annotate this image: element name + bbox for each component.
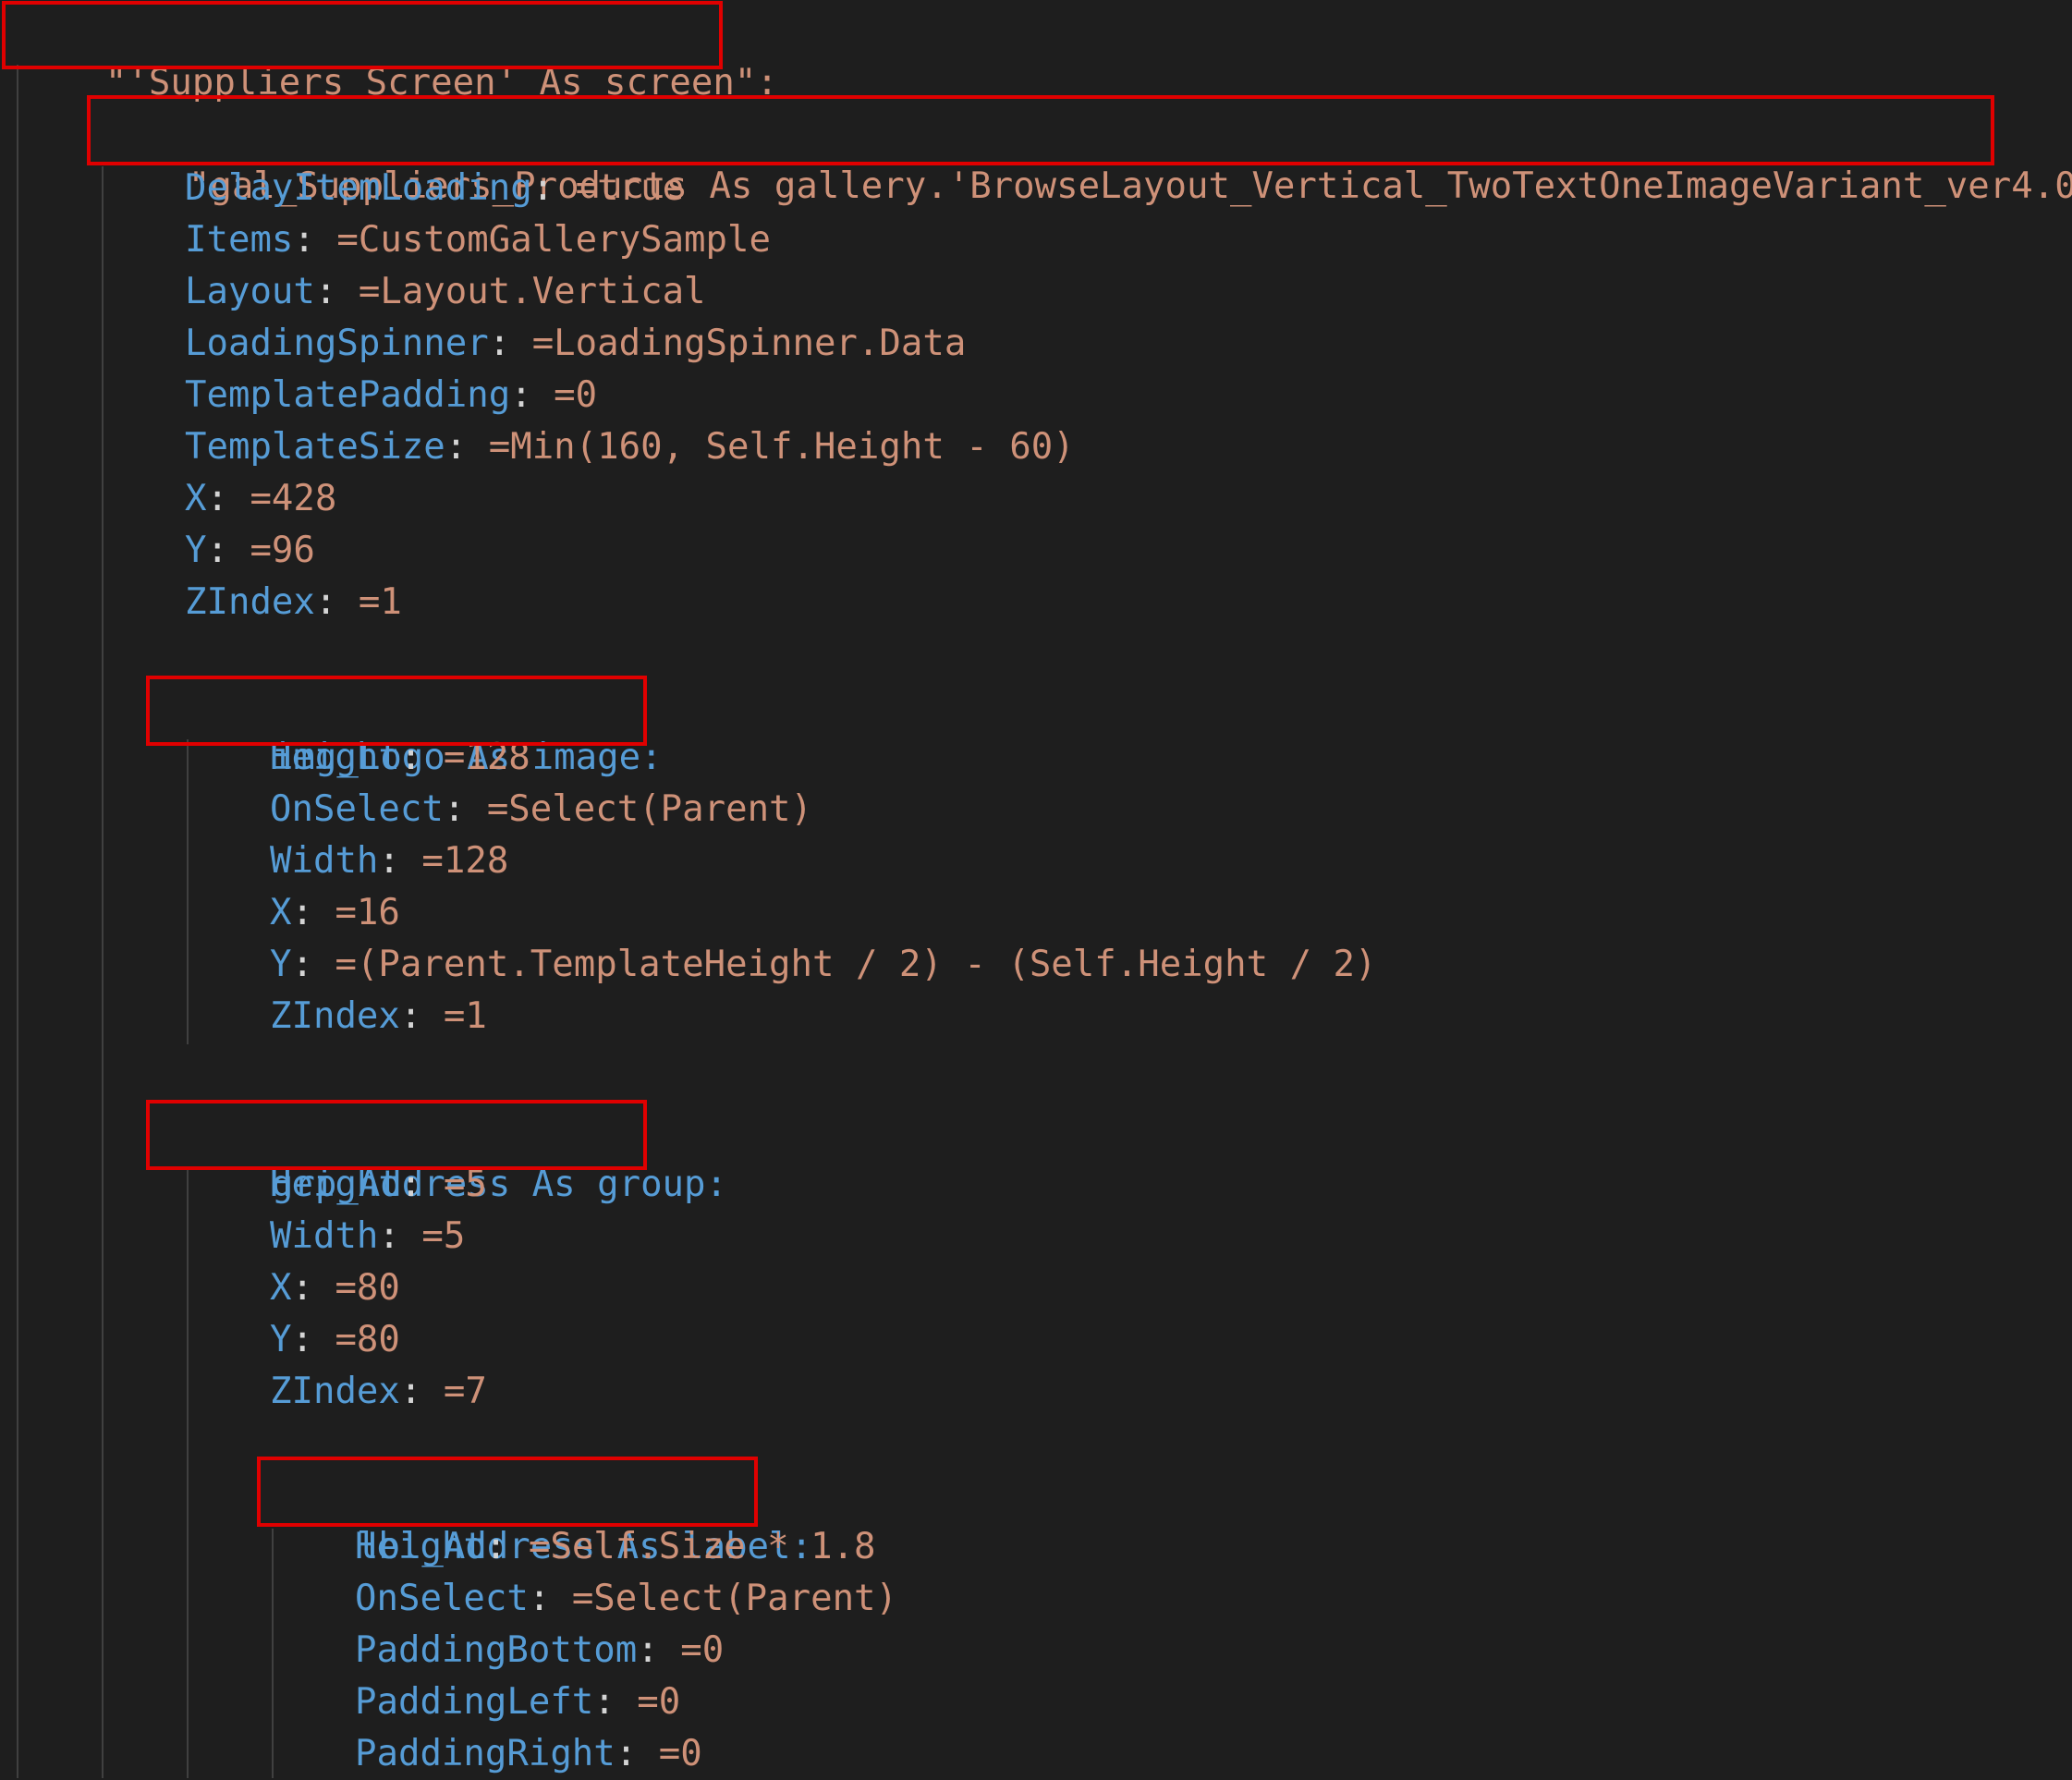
property-key: Height xyxy=(270,1164,400,1205)
property-key: ZIndex xyxy=(185,581,315,623)
code-line-property[interactable]: TemplatePadding: =0 xyxy=(185,370,597,421)
property-value: =Self.Size * 1.8 xyxy=(528,1526,876,1567)
indent-guide xyxy=(102,166,104,1778)
property-key: Y xyxy=(270,1319,292,1360)
code-line-property[interactable]: TemplateSize: =Min(160, Self.Height - 60… xyxy=(185,421,1075,473)
property-value: =0 xyxy=(680,1629,725,1671)
property-key: Items xyxy=(185,219,294,261)
property-value: =96 xyxy=(250,530,315,571)
property-value: =CustomGallerySample xyxy=(336,219,771,261)
property-key: Height xyxy=(355,1526,485,1567)
property-value: =0 xyxy=(554,374,598,416)
property-value: =1 xyxy=(358,581,402,623)
code-line-group[interactable]: grp_Address As group: xyxy=(185,1107,727,1205)
property-key: Width xyxy=(270,1215,379,1257)
code-line-property[interactable]: ZIndex: =1 xyxy=(270,991,487,1042)
property-key: Y xyxy=(185,530,207,571)
code-line-property[interactable]: DelayItemLoading: =true xyxy=(185,163,684,214)
property-key: X xyxy=(185,478,207,519)
code-line-property[interactable]: PaddingLeft: =0 xyxy=(355,1676,680,1728)
property-value: =0 xyxy=(658,1733,702,1774)
property-value: =0 xyxy=(637,1681,681,1723)
property-value: =true xyxy=(575,167,685,209)
property-value: =7 xyxy=(443,1371,487,1412)
property-key: X xyxy=(270,1267,292,1309)
property-key: X xyxy=(270,892,292,933)
code-line-property[interactable]: PaddingRight: =0 xyxy=(355,1728,702,1780)
property-value: =80 xyxy=(335,1267,400,1309)
code-line-property[interactable]: Y: =80 xyxy=(270,1314,400,1366)
code-line-property[interactable]: OnSelect: =Select(Parent) xyxy=(270,784,812,835)
code-editor[interactable]: "'Suppliers Screen' As screen": "gal_Sup… xyxy=(0,0,2072,1778)
property-key: PaddingLeft xyxy=(355,1681,594,1723)
property-key: PaddingBottom xyxy=(355,1629,638,1671)
code-line-property[interactable]: PaddingBottom: =0 xyxy=(355,1625,724,1676)
code-line-property[interactable]: X: =16 xyxy=(270,887,400,939)
property-value: =Layout.Vertical xyxy=(358,271,706,312)
property-key: Layout xyxy=(185,271,315,312)
property-key: Width xyxy=(270,840,379,882)
property-value: =Min(160, Self.Height - 60) xyxy=(488,426,1075,468)
property-key: OnSelect xyxy=(270,788,444,830)
property-value: =LoadingSpinner.Data xyxy=(531,323,967,364)
property-value: =16 xyxy=(335,892,400,933)
code-line-property[interactable]: Height: =128 xyxy=(270,732,530,784)
property-key: Y xyxy=(270,944,292,985)
property-value: =5 xyxy=(443,1164,487,1205)
property-value: =80 xyxy=(335,1319,400,1360)
property-key: Height xyxy=(270,737,400,778)
property-value: =(Parent.TemplateHeight / 2) - (Self.Hei… xyxy=(335,944,1377,985)
property-value: =Select(Parent) xyxy=(571,1578,898,1619)
property-value: =1 xyxy=(443,995,487,1037)
code-line-property[interactable]: X: =80 xyxy=(270,1262,400,1314)
property-key: TemplatePadding xyxy=(185,374,511,416)
code-line-image[interactable]: img_Logo As image: xyxy=(185,680,663,778)
code-line-property[interactable]: ZIndex: =7 xyxy=(270,1366,487,1418)
code-line-gallery[interactable]: "gal_Suppliers_Products As gallery.'Brow… xyxy=(102,109,2072,207)
code-line-property[interactable]: Items: =CustomGallerySample xyxy=(185,214,771,266)
code-line-property[interactable]: Width: =128 xyxy=(270,835,508,887)
property-key: DelayItemLoading xyxy=(185,167,532,209)
code-line-property[interactable]: ZIndex: =1 xyxy=(185,577,402,628)
code-line-label[interactable]: lbl_Address As label: xyxy=(270,1469,812,1567)
code-line-property[interactable]: Y: =96 xyxy=(185,525,315,577)
code-line-property[interactable]: Height: =5 xyxy=(270,1159,487,1211)
indent-guide xyxy=(17,65,18,1778)
property-key: ZIndex xyxy=(270,995,400,1037)
property-value: =128 xyxy=(421,840,509,882)
property-value: =5 xyxy=(421,1215,466,1257)
code-line-screen[interactable]: "'Suppliers Screen' As screen": xyxy=(18,6,778,104)
property-key: ZIndex xyxy=(270,1371,400,1412)
property-key: PaddingRight xyxy=(355,1733,616,1774)
code-line-property[interactable]: Width: =5 xyxy=(270,1211,465,1262)
code-line-property[interactable]: X: =428 xyxy=(185,473,336,525)
code-line-property[interactable]: Height: =Self.Size * 1.8 xyxy=(355,1521,876,1573)
code-line-property[interactable]: OnSelect: =Select(Parent) xyxy=(355,1573,897,1625)
code-line-property[interactable]: LoadingSpinner: =LoadingSpinner.Data xyxy=(185,318,966,370)
property-key: OnSelect xyxy=(355,1578,529,1619)
code-line-property[interactable]: Y: =(Parent.TemplateHeight / 2) - (Self.… xyxy=(270,939,1377,991)
property-key: LoadingSpinner xyxy=(185,323,489,364)
property-value: =Select(Parent) xyxy=(486,788,813,830)
code-line-property[interactable]: Layout: =Layout.Vertical xyxy=(185,266,706,318)
property-key: TemplateSize xyxy=(185,426,445,468)
screen-declaration: "'Suppliers Screen' As screen": xyxy=(104,62,778,104)
property-value: =428 xyxy=(250,478,337,519)
property-value: =128 xyxy=(443,737,530,778)
